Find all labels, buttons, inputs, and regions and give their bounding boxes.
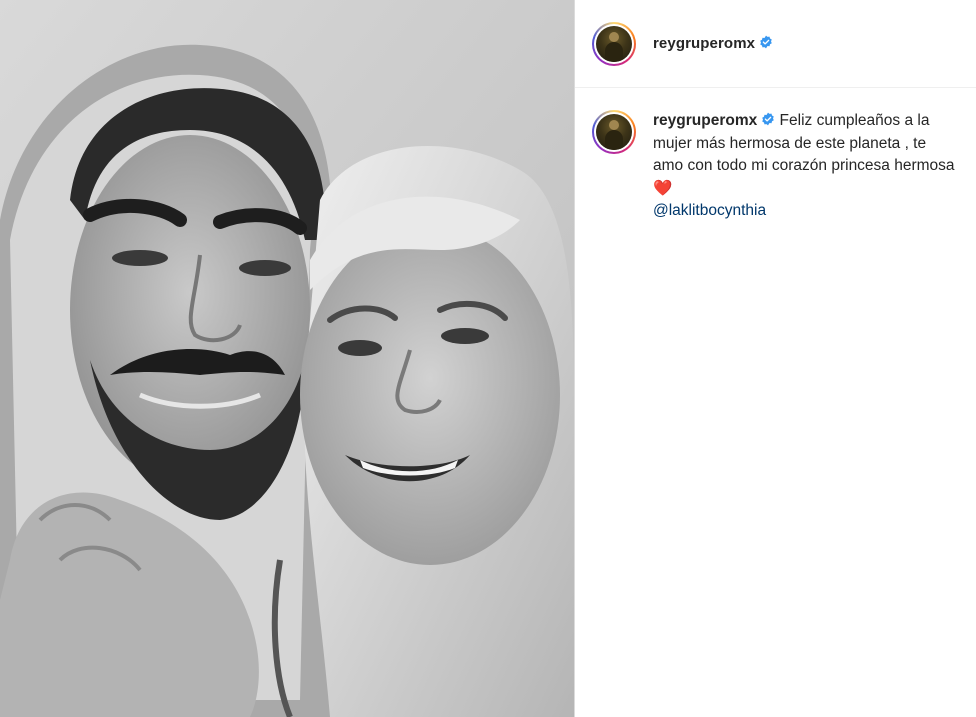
- avatar-image: [596, 25, 632, 62]
- post-caption: reygruperomx Feliz cumpleaños a la mujer…: [653, 110, 959, 223]
- caption-avatar-image: [596, 114, 632, 150]
- post-photo[interactable]: [0, 0, 574, 717]
- caption-avatar[interactable]: [592, 110, 636, 154]
- red-heart-emoji: ❤️: [653, 179, 673, 197]
- post-header: reygruperomx: [575, 0, 976, 88]
- caption-row: reygruperomx Feliz cumpleaños a la mujer…: [575, 88, 976, 223]
- post-photo-image: [0, 0, 574, 717]
- caption-username[interactable]: reygruperomx: [653, 112, 775, 129]
- post-sidebar: reygruperomx reygruperomx Feliz cumpleañ…: [574, 0, 976, 717]
- verified-badge-icon: [760, 35, 772, 49]
- header-username[interactable]: reygruperomx: [653, 35, 773, 52]
- caption-mention-link[interactable]: @laklitbocynthia: [653, 200, 959, 223]
- profile-avatar[interactable]: [592, 21, 636, 66]
- instagram-post: reygruperomx reygruperomx Feliz cumpleañ…: [0, 0, 976, 717]
- header-username-text[interactable]: reygruperomx: [653, 35, 755, 52]
- verified-badge-icon: [762, 112, 775, 126]
